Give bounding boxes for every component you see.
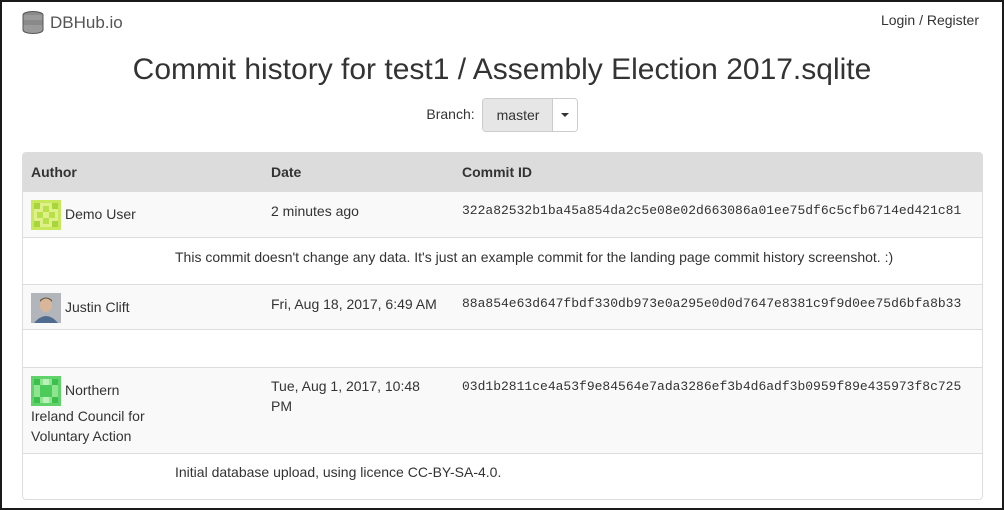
commit-date: 2 minutes ago — [271, 203, 359, 219]
page-title: Commit history for test1 / Assembly Elec… — [132, 53, 872, 86]
commit-message: This commit doesn't change any data. It'… — [175, 249, 894, 265]
avatar — [31, 200, 61, 230]
commit-author-line-2[interactable]: Ireland Council for — [31, 408, 145, 424]
table-row-message — [23, 329, 982, 367]
branch-label: Branch: — [426, 106, 475, 122]
commit-date: Fri, Aug 18, 2017, 6:49 AM — [271, 296, 437, 312]
commit-date-line-1: Tue, Aug 1, 2017, 10:48 — [271, 378, 420, 394]
chevron-down-icon[interactable] — [552, 99, 577, 131]
avatar — [31, 293, 61, 323]
column-header-date: Date — [271, 164, 302, 180]
branch-selected-value[interactable]: master — [482, 99, 553, 131]
table-row: Justin Clift Fri, Aug 18, 2017, 6:49 AM … — [23, 284, 982, 329]
commit-author-line-3[interactable]: Voluntary Action — [31, 428, 131, 444]
commit-author[interactable]: Demo User — [65, 206, 136, 222]
branch-dropdown[interactable]: master — [481, 98, 578, 132]
commit-history-table: Author Date Commit ID Demo User 2 minute… — [22, 152, 983, 500]
brand-link[interactable]: DBHub.io — [20, 9, 123, 37]
table-row: Northern Ireland Council for Voluntary A… — [23, 367, 982, 453]
brand-name: DBHub.io — [50, 13, 123, 32]
table-row-message: Initial database upload, using licence C… — [23, 453, 982, 499]
commit-id[interactable]: 03d1b2811ce4a53f9e84564e7ada3286ef3b4d6a… — [462, 379, 961, 394]
commit-author[interactable]: Justin Clift — [65, 299, 130, 315]
browser-frame: DBHub.io Login / Register Commit history… — [0, 0, 1004, 510]
commit-id[interactable]: 88a854e63d647fbdf330db973e0a295e0d0d7647… — [462, 296, 961, 311]
avatar — [31, 376, 61, 406]
branch-selector-row: Branch: master — [2, 98, 1002, 132]
column-header-author: Author — [31, 164, 77, 180]
commit-id[interactable]: 322a82532b1ba45a854da2c5e08e02d663086a01… — [462, 203, 961, 218]
database-icon — [20, 10, 46, 36]
login-register-link[interactable]: Login / Register — [881, 12, 979, 28]
table-header: Author Date Commit ID — [23, 153, 982, 191]
commit-message: Initial database upload, using licence C… — [175, 464, 502, 480]
column-header-commit-id: Commit ID — [462, 164, 532, 180]
commit-author-line-1[interactable]: Northern — [65, 382, 119, 398]
commit-date-line-2: PM — [271, 398, 292, 414]
table-row-message: This commit doesn't change any data. It'… — [23, 237, 982, 284]
table-row: Demo User 2 minutes ago 322a82532b1ba45a… — [23, 191, 982, 237]
